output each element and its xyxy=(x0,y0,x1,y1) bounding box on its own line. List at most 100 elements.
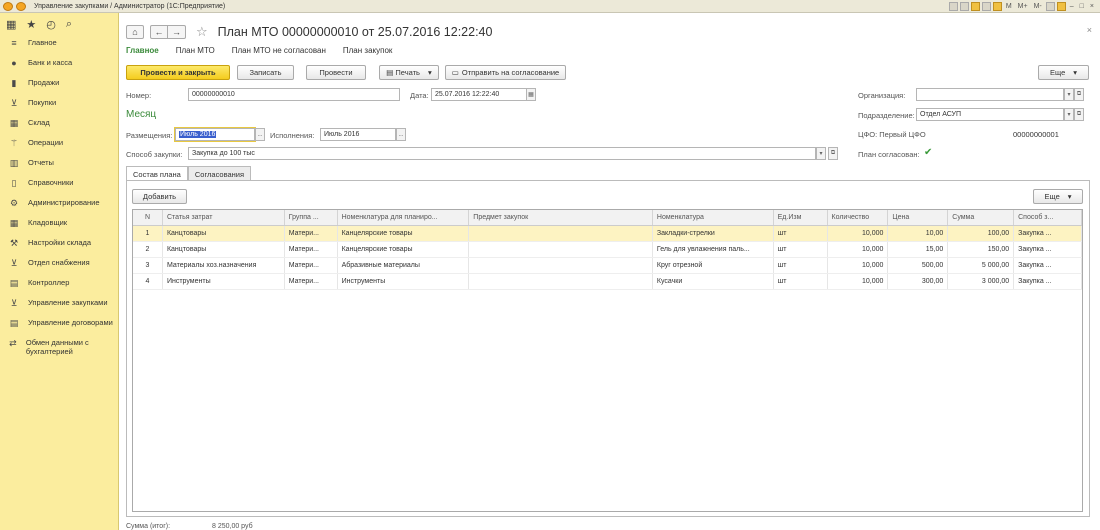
checkmark-icon: ✔ xyxy=(924,147,933,158)
column-header[interactable]: Количество xyxy=(828,210,889,225)
calendar-icon[interactable]: ▦ xyxy=(526,88,536,101)
open-link-icon[interactable]: ⧉ xyxy=(1074,108,1084,121)
link-icon[interactable] xyxy=(970,2,980,11)
back-icon[interactable]: ← xyxy=(150,25,168,39)
grid-more-button[interactable]: Еще ▾ xyxy=(1033,189,1083,204)
column-header[interactable]: Статья затрат xyxy=(163,210,285,225)
window-layout-icon[interactable] xyxy=(1045,2,1055,11)
close-window-icon[interactable]: × xyxy=(1088,3,1096,10)
memory-button[interactable]: M xyxy=(1004,3,1014,10)
chevron-down-icon[interactable]: ▾ xyxy=(1064,108,1074,121)
post-and-close-button[interactable]: Провести и закрыть xyxy=(126,65,230,80)
history-icon[interactable]: ◴ xyxy=(46,18,56,31)
restore-icon[interactable]: □ xyxy=(1078,3,1086,10)
sidebar-item[interactable]: ⊻ Покупки xyxy=(0,95,118,115)
window-titlebar: Управление закупками / Администратор (1С… xyxy=(0,0,1100,13)
footer-total: Сумма (итог): 8 250,00 руб xyxy=(126,523,253,530)
favorite-star-icon[interactable]: ☆ xyxy=(196,24,208,40)
column-header[interactable]: Номенклатура xyxy=(653,210,774,225)
table-row[interactable]: 4 Инструменты Матери... Инструменты Кусачки ш… xyxy=(133,274,1082,290)
table-cell: Гель для увлажнения паль... xyxy=(653,242,774,257)
open-link-icon[interactable]: ⧉ xyxy=(828,147,838,160)
table-cell: 150,00 xyxy=(948,242,1015,257)
table-cell: 10,00 xyxy=(888,226,949,241)
table-cell xyxy=(469,258,653,273)
app-menu-icon[interactable] xyxy=(3,1,13,11)
sidebar-item[interactable]: ▦ Кладовщик xyxy=(0,215,118,235)
sidebar-item[interactable]: ⚚ Операции xyxy=(0,135,118,155)
select-button[interactable]: ... xyxy=(255,128,265,141)
titlebar-tools: M M+ M- – □ × xyxy=(948,2,1096,11)
sidebar-item[interactable]: ⚒ Настройки склада xyxy=(0,235,118,255)
organization-field[interactable] xyxy=(916,88,1064,101)
sidebar-item[interactable]: ⊻ Отдел снабжения xyxy=(0,255,118,275)
tab-plan-composition[interactable]: Состав плана xyxy=(126,166,188,181)
placement-field[interactable]: Июль 2016 xyxy=(174,127,256,142)
open-link-icon[interactable]: ⧉ xyxy=(1074,88,1084,101)
more-button[interactable]: Еще ▾ xyxy=(1038,65,1089,80)
search-icon[interactable]: ⌕ xyxy=(66,18,72,31)
print-button[interactable]: ▤ Печать ▾ xyxy=(379,65,439,80)
calendar-icon[interactable] xyxy=(981,2,991,11)
favorites-star-icon[interactable]: ★ xyxy=(26,18,36,31)
sidebar-item[interactable]: ▤ Контроллер xyxy=(0,275,118,295)
apps-grid-icon[interactable]: ▦ xyxy=(6,18,16,31)
save-button[interactable]: Записать xyxy=(237,65,294,80)
app-dropdown-icon[interactable] xyxy=(16,1,26,11)
minimize-icon[interactable]: – xyxy=(1068,3,1076,10)
printer-icon: ▤ xyxy=(386,68,394,77)
chevron-down-icon[interactable]: ▾ xyxy=(816,147,826,160)
column-header[interactable]: Номенклатура для планиро... xyxy=(338,210,470,225)
table-row[interactable]: 2 Канцтовары Матери... Канцелярские товары Г… xyxy=(133,242,1082,258)
department-field[interactable]: Отдел АСУП xyxy=(916,108,1064,121)
sidebar-item[interactable]: ≡ Главное xyxy=(0,35,118,55)
sidebar-item[interactable]: ⇄ Обмен данными с бухгалтерией xyxy=(0,335,118,365)
tab-plan-not-approved[interactable]: План МТО не согласован xyxy=(232,46,326,55)
calculator-icon[interactable] xyxy=(992,2,1002,11)
exchange-icon: ⇄ xyxy=(9,338,17,348)
sidebar-item[interactable]: ▤ Управление договорами xyxy=(0,315,118,335)
table-cell: Канцелярские товары xyxy=(338,242,470,257)
home-icon[interactable]: ⌂ xyxy=(126,25,144,39)
sidebar-item[interactable]: ● Банк и касса xyxy=(0,55,118,75)
sidebar-item[interactable]: ⚙ Администрирование xyxy=(0,195,118,215)
sidebar-item[interactable]: ▯ Справочники xyxy=(0,175,118,195)
tab-approvals[interactable]: Согласования xyxy=(187,166,252,181)
date-field[interactable]: 25.07.2016 12:22:40 xyxy=(431,88,528,101)
post-button[interactable]: Провести xyxy=(306,65,366,80)
column-header[interactable]: Группа ... xyxy=(285,210,338,225)
memory-minus-button[interactable]: M- xyxy=(1032,3,1044,10)
chevron-down-icon[interactable]: ▾ xyxy=(1064,88,1074,101)
execution-field[interactable]: Июль 2016 xyxy=(320,128,396,141)
send-approval-button[interactable]: ▭ Отправить на согласование xyxy=(445,65,566,80)
add-row-button[interactable]: Добавить xyxy=(132,189,187,204)
tab-main[interactable]: Главное xyxy=(126,46,159,55)
tab-purchase-plan[interactable]: План закупок xyxy=(343,46,393,55)
info-icon[interactable] xyxy=(1056,2,1066,11)
memory-plus-button[interactable]: M+ xyxy=(1016,3,1030,10)
number-field[interactable]: 00000000010 xyxy=(188,88,400,101)
column-header[interactable]: Цена xyxy=(888,210,949,225)
history-icon[interactable] xyxy=(948,2,958,11)
print-label: Печать xyxy=(395,68,420,77)
column-header[interactable]: N xyxy=(133,210,163,225)
sidebar-item[interactable]: ▦ Склад xyxy=(0,115,118,135)
gear-icon: ⚙ xyxy=(9,198,19,208)
column-header[interactable]: Предмет закупок xyxy=(469,210,653,225)
column-header[interactable]: Способ з... xyxy=(1014,210,1082,225)
sidebar-item[interactable]: ▥ Отчеты xyxy=(0,155,118,175)
sidebar-item[interactable]: ▮ Продажи xyxy=(0,75,118,95)
forward-icon[interactable]: → xyxy=(168,25,186,39)
method-field[interactable]: Закупка до 100 тыс xyxy=(188,147,816,160)
table-row[interactable]: 3 Материалы хоз.назначения Матери... Абрази… xyxy=(133,258,1082,274)
column-header[interactable]: Ед.Изм xyxy=(774,210,828,225)
method-label: Способ закупки: xyxy=(126,150,183,159)
organization-label: Организация: xyxy=(858,91,906,100)
select-button[interactable]: ... xyxy=(396,128,406,141)
favorites-icon[interactable] xyxy=(959,2,969,11)
tab-plan-mto[interactable]: План МТО xyxy=(176,46,215,55)
column-header[interactable]: Сумма xyxy=(948,210,1015,225)
table-row[interactable]: 1 Канцтовары Матери... Канцелярские товары З… xyxy=(133,226,1082,242)
close-icon[interactable]: × xyxy=(1087,25,1092,35)
sidebar-item[interactable]: ⊻ Управление закупками xyxy=(0,295,118,315)
